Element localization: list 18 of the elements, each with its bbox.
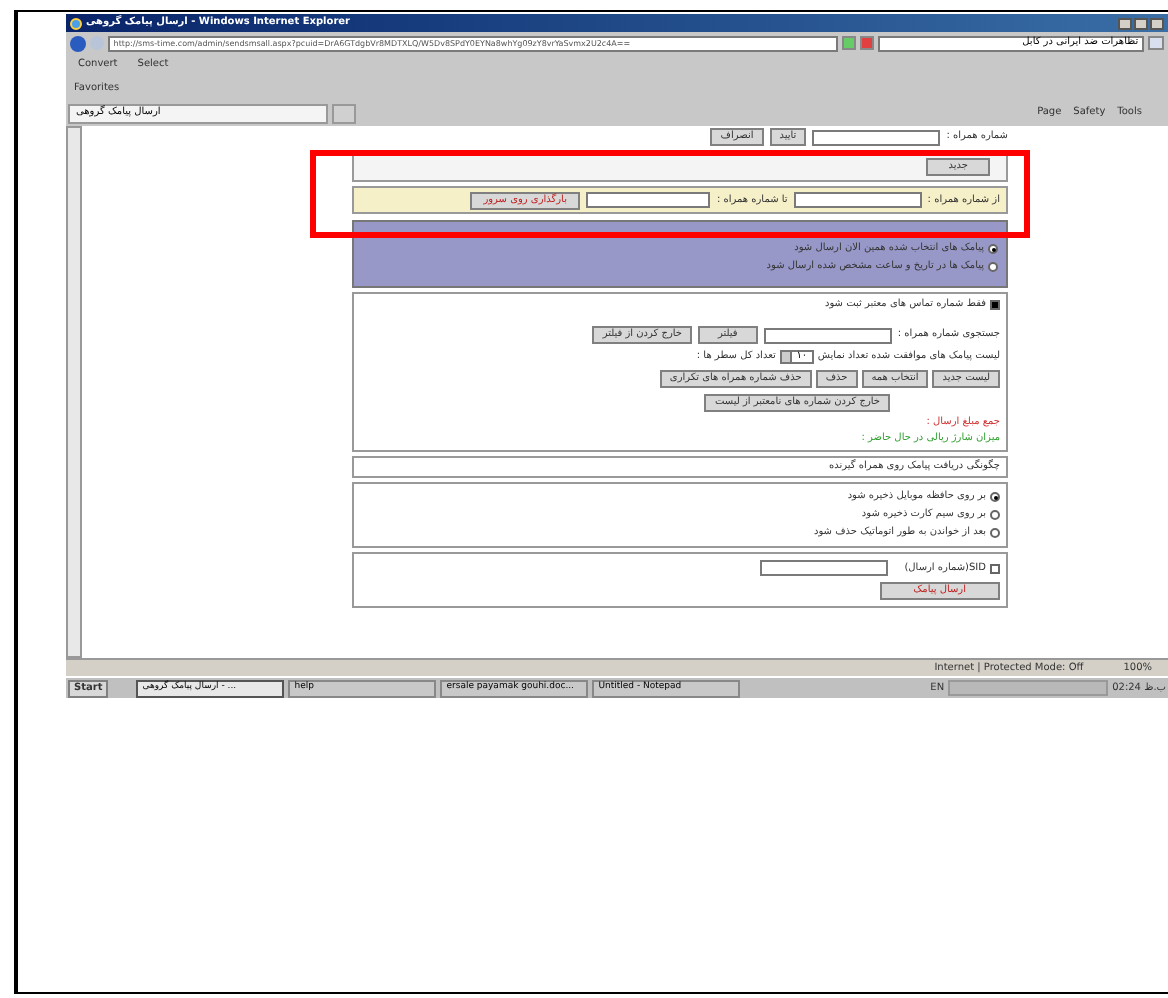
to-field[interactable] [586, 192, 711, 208]
from-field[interactable] [793, 192, 922, 208]
mobile-search-field[interactable] [763, 327, 892, 343]
scrollbar[interactable] [66, 126, 82, 658]
browser-icon [70, 17, 82, 29]
sid-field[interactable] [760, 560, 889, 576]
back-button[interactable] [70, 35, 86, 51]
close-button[interactable] [1150, 17, 1164, 29]
checkbox[interactable] [990, 563, 1000, 573]
radio-button[interactable] [988, 244, 998, 254]
minimize-button[interactable] [1118, 17, 1132, 29]
mobile-field[interactable] [812, 129, 941, 145]
maximize-button[interactable] [1134, 17, 1148, 29]
radio-button[interactable] [990, 492, 1000, 502]
radio-button[interactable] [990, 510, 1000, 520]
checkbox[interactable] [990, 300, 1000, 310]
radio-button[interactable] [990, 528, 1000, 538]
radio-button[interactable] [988, 262, 998, 272]
